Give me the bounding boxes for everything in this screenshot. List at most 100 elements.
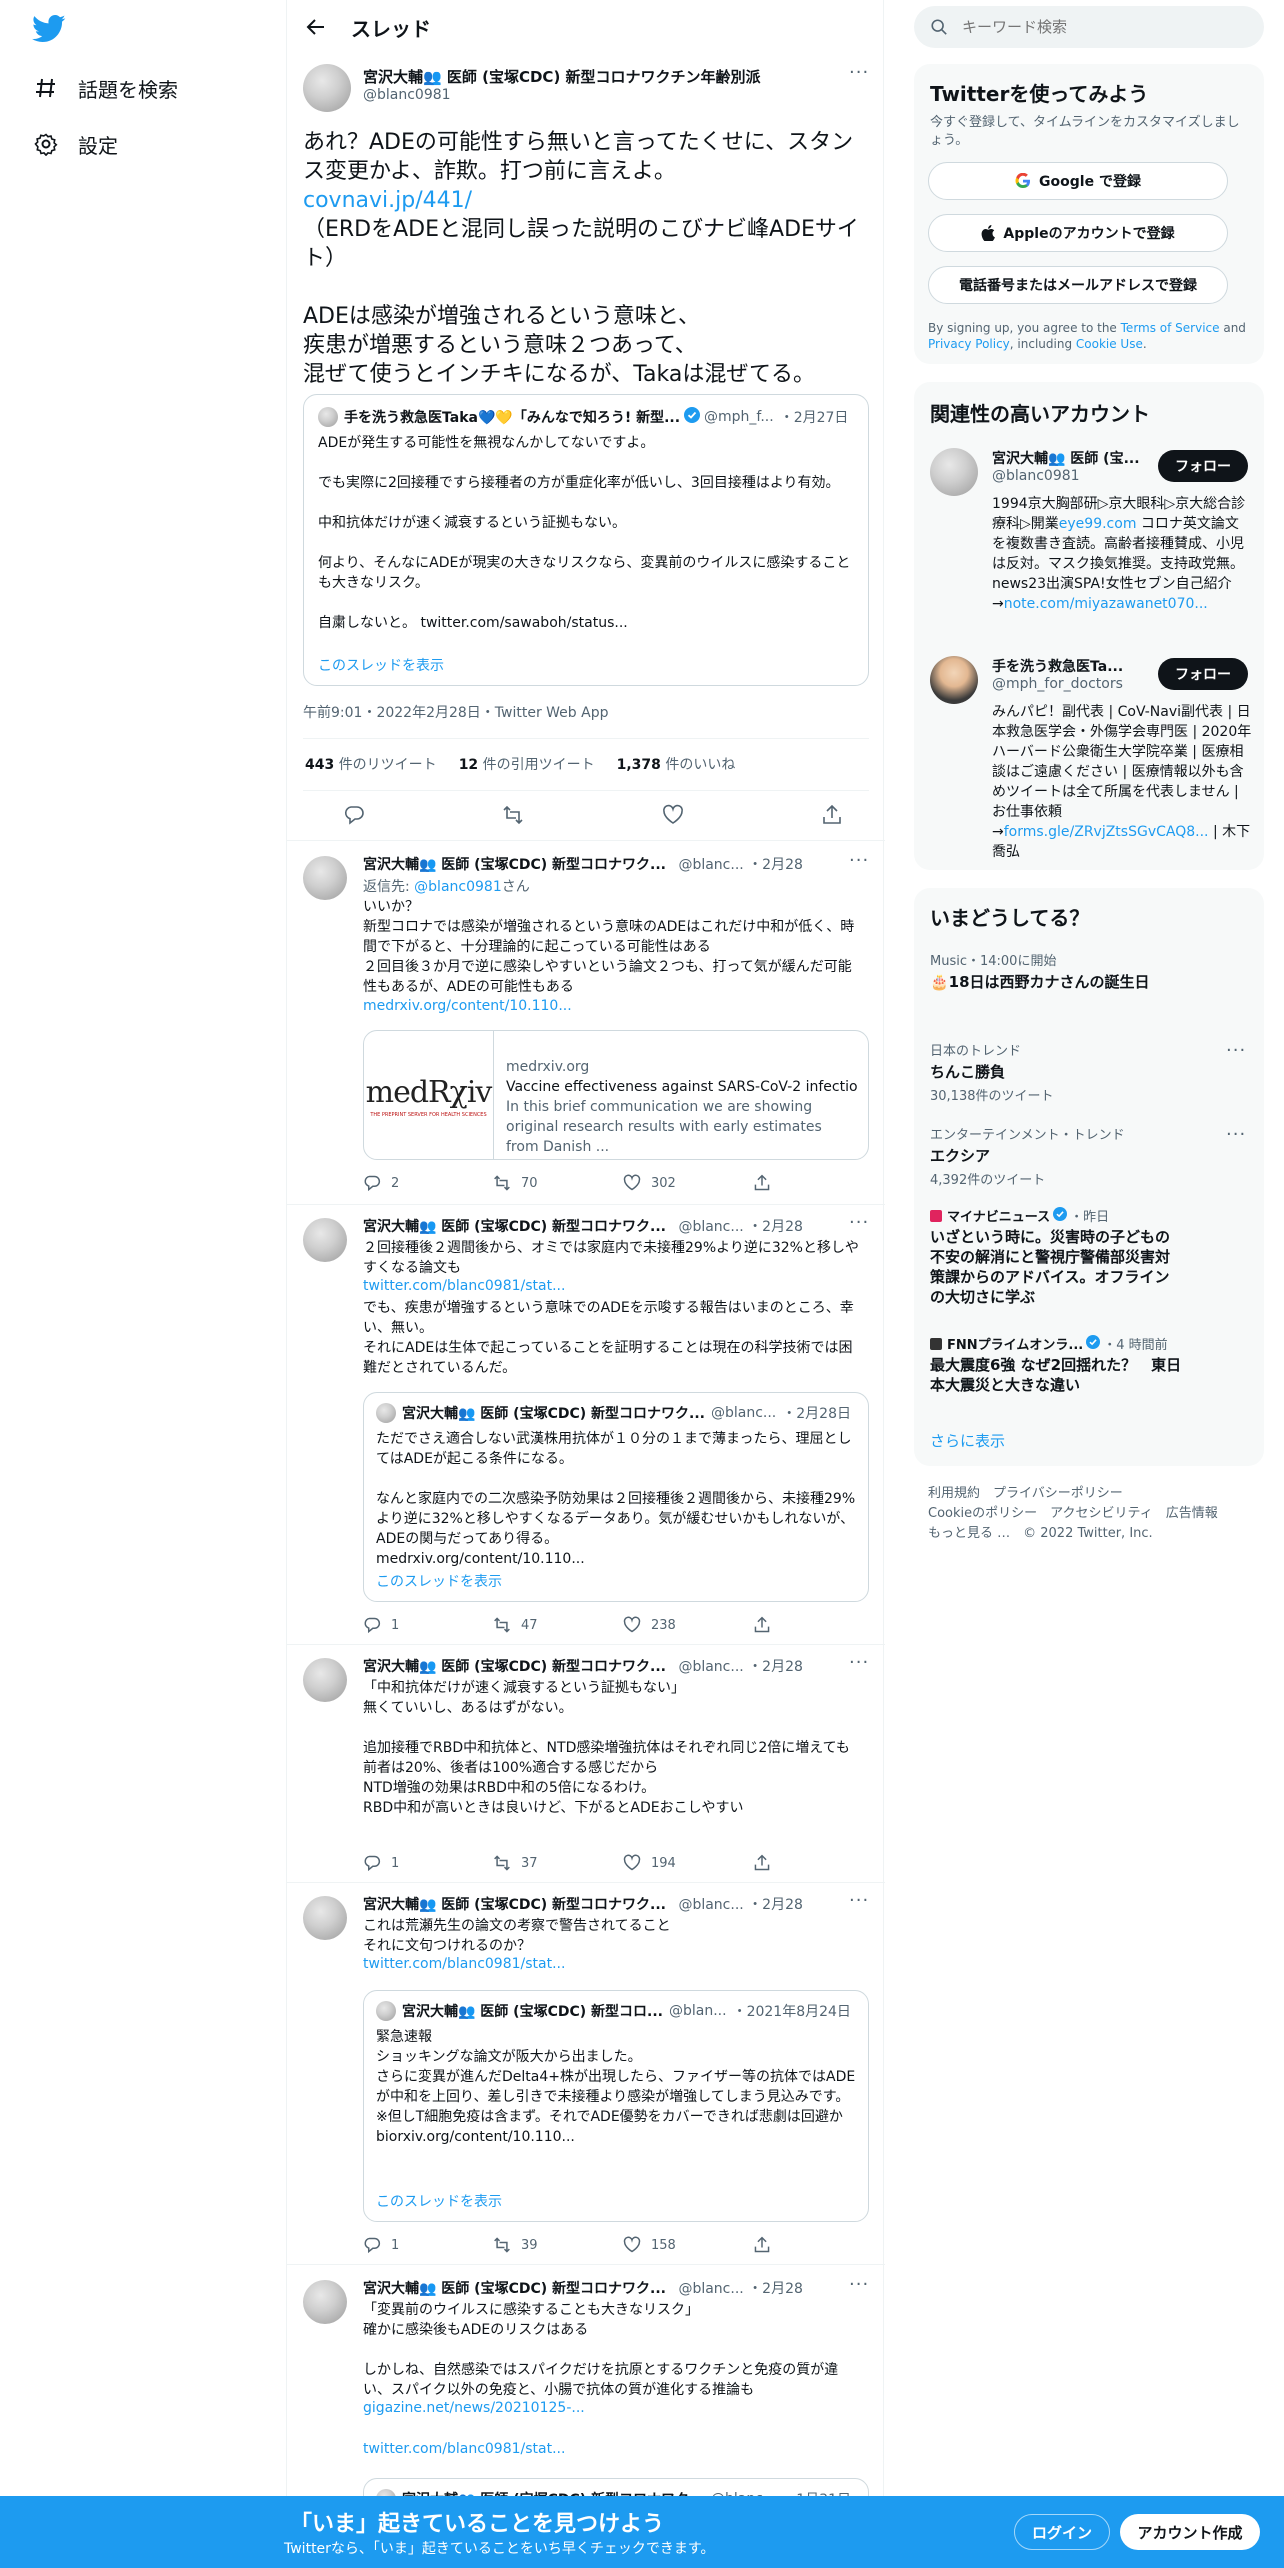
avatar[interactable] [303, 2280, 347, 2324]
like-icon[interactable] [662, 804, 684, 830]
quote-count[interactable]: 12 件の引用ツイート [459, 754, 595, 774]
reply-button[interactable]: 1 [363, 1854, 493, 1872]
reply-author[interactable]: 宮沢大輔👥 医師 (宝塚CDC) 新型コロナワク... @blanc... ・2… [363, 2278, 803, 2298]
avatar[interactable] [303, 64, 351, 112]
show-thread-link[interactable]: このスレッドを表示 [376, 2191, 502, 2211]
main-tweet-text-3: ADEは感染が増強されるという意味と、 疾患が増悪するという意味２つあって、 混… [303, 304, 815, 387]
reply-button[interactable]: 1 [363, 2236, 493, 2254]
show-thread-link[interactable]: このスレッドを表示 [376, 1571, 502, 1591]
reply-link[interactable]: twitter.com/blanc0981/stat... [363, 1278, 565, 1294]
reply-button[interactable]: 2 [363, 1174, 493, 1192]
main-tweet-author[interactable]: 宮沢大輔👥 医師 (宝塚CDC) 新型コロナワクチン年齢別派 @blanc098… [363, 66, 761, 103]
avatar[interactable] [303, 1658, 347, 1702]
reply-link[interactable]: medrxiv.org/content/10.110... [363, 998, 572, 1014]
reply-button[interactable]: 1 [363, 1616, 493, 1634]
quoted-tweet[interactable]: 宮沢大輔👥 医師 (宝塚CDC) 新型コロナワク... @blanc... ・2… [363, 1392, 869, 1602]
share-button[interactable] [753, 1174, 883, 1192]
verified-badge-icon [1086, 1334, 1101, 1353]
back-arrow-icon[interactable] [301, 12, 331, 42]
share-button[interactable] [753, 1854, 883, 1872]
search-box[interactable] [914, 6, 1264, 48]
like-button[interactable]: 302 [623, 1174, 753, 1192]
more-icon[interactable]: ··· [849, 1212, 869, 1233]
reply-author[interactable]: 宮沢大輔👥 医師 (宝塚CDC) 新型コロナワク... @blanc... ・2… [363, 1894, 803, 1914]
reply-link[interactable]: twitter.com/blanc0981/stat... [363, 1956, 565, 1972]
twitter-logo-icon[interactable] [32, 14, 66, 44]
more-icon[interactable]: ··· [849, 62, 869, 83]
retweet-button[interactable]: 39 [493, 2236, 623, 2254]
like-button[interactable]: 194 [623, 1854, 753, 1872]
trend-item[interactable]: Music・14:00に開始 🎂18日は西野カナさんの誕生日 [930, 950, 1250, 992]
quoted-tweet[interactable]: 宮沢大輔👥 医師 (宝塚CDC) 新型コロ... @blan... ・2021年… [363, 1990, 869, 2222]
bio-link-2[interactable]: note.com/miyazawanet070... [1004, 596, 1208, 612]
login-button[interactable]: ログイン [1014, 2514, 1110, 2550]
terms-link[interactable]: Terms of Service [1121, 321, 1220, 335]
privacy-link[interactable]: Privacy Policy [928, 337, 1010, 351]
retweet-button[interactable]: 70 [493, 1174, 623, 1192]
retweet-icon[interactable] [502, 804, 524, 830]
reply-icon[interactable] [343, 804, 365, 830]
share-icon[interactable] [821, 804, 843, 830]
verified-badge-icon [684, 407, 701, 427]
like-button[interactable]: 238 [623, 1616, 753, 1634]
reply-author[interactable]: 宮沢大輔👥 医師 (宝塚CDC) 新型コロナワク... @blanc... ・2… [363, 1656, 803, 1676]
main-tweet-link[interactable]: covnavi.jp/441/ [303, 186, 863, 215]
reply-to-prefix: 返信先: [363, 879, 415, 895]
link-card[interactable]: medRχiv THE PREPRINT SERVER FOR HEALTH S… [363, 1030, 869, 1160]
like-count[interactable]: 1,378 件のいいね [617, 754, 736, 774]
phone-signup-button[interactable]: 電話番号またはメールアドレスで登録 [928, 266, 1228, 304]
retweet-button[interactable]: 37 [493, 1854, 623, 1872]
follow-button[interactable]: フォロー [1158, 658, 1248, 690]
account-name-row[interactable]: 手を洗う救急医Ta... @mph_for_doctors [992, 656, 1152, 692]
avatar[interactable] [930, 448, 978, 496]
like-button[interactable]: 158 [623, 2236, 753, 2254]
trend-category: Music・14:00に開始 [930, 954, 1057, 969]
more-icon[interactable]: ··· [1226, 1040, 1246, 1061]
bio-link[interactable]: eye99.com [1059, 516, 1137, 532]
show-more-link[interactable]: さらに表示 [930, 1430, 1005, 1451]
reply-link-2[interactable]: twitter.com/blanc0981/stat... [363, 2441, 565, 2457]
cookie-link[interactable]: Cookie Use [1076, 337, 1143, 351]
more-icon[interactable]: ··· [849, 1890, 869, 1911]
show-thread-link[interactable]: このスレッドを表示 [318, 655, 444, 675]
quoted-tweet[interactable]: 手を洗う救急医Taka💙💛「みんなで知ろう! 新型... @mph_f... ・… [303, 394, 869, 686]
avatar[interactable] [303, 1218, 347, 1262]
tweet-timestamp[interactable]: 午前9:01・2022年2月28日・Twitter Web App [303, 702, 608, 722]
news-item[interactable]: FNNプライムオンラ... ・4 時間前 最大震度6強 なぜ2回揺れた？ 東日本大… [930, 1334, 1250, 1395]
more-icon[interactable]: ··· [849, 2274, 869, 2295]
more-icon[interactable]: ··· [849, 1652, 869, 1673]
avatar[interactable] [303, 1896, 347, 1940]
reply-to-handle[interactable]: @blanc0981 [414, 879, 502, 895]
trend-item[interactable]: 日本のトレンド ちんこ勝負 30,138件のツイート ··· [930, 1040, 1250, 1104]
retweet-button[interactable]: 47 [493, 1616, 623, 1634]
author-handle: @blanc... [678, 1219, 744, 1235]
avatar[interactable] [930, 656, 978, 704]
google-signup-button[interactable]: Google で登録 [928, 162, 1228, 200]
nav-settings[interactable]: 設定 [32, 124, 118, 164]
reply-count: 2 [391, 1175, 400, 1191]
signup-button[interactable]: アカウント作成 [1120, 2514, 1260, 2550]
reply-author[interactable]: 宮沢大輔👥 医師 (宝塚CDC) 新型コロナワク... @blanc... ・2… [363, 1216, 803, 1236]
share-button[interactable] [753, 2236, 883, 2254]
search-input[interactable] [962, 18, 1242, 36]
trend-item[interactable]: エンターテインメント・トレンド エクシア 4,392件のツイート ··· [930, 1124, 1250, 1188]
footer-line-2[interactable]: Cookieのポリシー アクセシビリティ 広告情報 [928, 1504, 1218, 1524]
footer-line-1[interactable]: 利用規約 プライバシーポリシー [928, 1484, 1218, 1504]
news-item[interactable]: マイナビニュース ・昨日 いざという時に。災害時の子どもの不安の解消にと警視庁警備… [930, 1206, 1250, 1307]
like-count-label: 件のいいね [665, 757, 736, 773]
verified-badge-icon [1053, 1206, 1068, 1225]
apple-signup-button[interactable]: Appleのアカウントで登録 [928, 214, 1228, 252]
retweet-count[interactable]: 443 件のリツイート [305, 754, 437, 774]
reply-link[interactable]: gigazine.net/news/20210125-... [363, 2400, 585, 2416]
account-name-row[interactable]: 宮沢大輔👥 医師 (宝... @blanc0981 [992, 448, 1152, 484]
more-icon[interactable]: ··· [849, 850, 869, 871]
follow-button[interactable]: フォロー [1158, 450, 1248, 482]
reply-author[interactable]: 宮沢大輔👥 医師 (宝塚CDC) 新型コロナワク... @blanc... ・2… [363, 854, 803, 874]
bio-link[interactable]: forms.gle/ZRvjZtsSGvCAQ8... [1004, 824, 1209, 840]
footer-line-3[interactable]: もっと見る … © 2022 Twitter, Inc. [928, 1524, 1218, 1544]
account-name: 手を洗う救急医Ta... [992, 659, 1124, 675]
avatar[interactable] [303, 856, 347, 900]
more-icon[interactable]: ··· [1226, 1124, 1246, 1145]
share-button[interactable] [753, 1616, 883, 1634]
nav-explore[interactable]: 話題を検索 [32, 68, 178, 108]
